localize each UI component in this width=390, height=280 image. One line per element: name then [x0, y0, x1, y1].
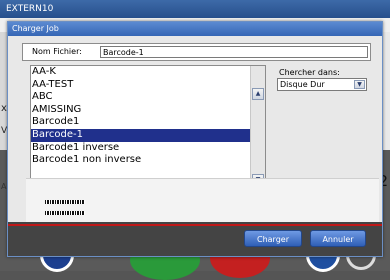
file-list-item[interactable]: ABC [31, 91, 250, 104]
file-list-item[interactable]: AA-TEST [31, 79, 250, 92]
file-name-row: Nom Fichier: [22, 43, 371, 61]
file-items: AA-K AA-TEST ABC AMISSING Barcode1 Barcode-1 B… [31, 66, 265, 167]
app-a-label: A [1, 182, 7, 191]
load-button[interactable]: Charger [244, 230, 302, 247]
app-title: EXTERN10 [0, 0, 390, 18]
search-in-label: Chercher dans: [279, 68, 340, 77]
file-name-label: Nom Fichier: [32, 47, 82, 56]
file-list-item[interactable]: Barcode1 [31, 116, 250, 129]
barcode-image-bottom [45, 211, 85, 215]
file-list-item[interactable]: AMISSING [31, 104, 250, 117]
file-list-item[interactable]: Barcode1 non inverse [31, 154, 250, 167]
search-in-select[interactable]: Disque Dur ▼ [277, 78, 367, 91]
cancel-button[interactable]: Annuler [310, 230, 366, 247]
barcode-preview [26, 178, 379, 223]
scroll-up-icon[interactable]: ▲ [252, 88, 264, 100]
footer-accent-line [8, 224, 382, 226]
load-job-dialog: Charger Job Nom Fichier: AA-KAA-TESTABCA… [7, 21, 383, 257]
search-in-value: Disque Dur [280, 80, 325, 89]
barcode-image-top [45, 200, 85, 204]
file-list-item[interactable]: Barcode1 inverse [31, 142, 250, 155]
dialog-title: Charger Job [8, 22, 382, 36]
file-list-scrollbar[interactable]: ▲ ▼ [250, 66, 265, 187]
file-list-item[interactable]: AA-K [31, 66, 250, 79]
file-name-input[interactable] [100, 46, 368, 58]
chevron-down-icon[interactable]: ▼ [354, 80, 365, 89]
file-list[interactable]: AA-K AA-TEST ABC AMISSING Barcode1 Barcode-1 B… [30, 65, 266, 188]
file-list-item[interactable]: Barcode-1 [31, 128, 250, 142]
